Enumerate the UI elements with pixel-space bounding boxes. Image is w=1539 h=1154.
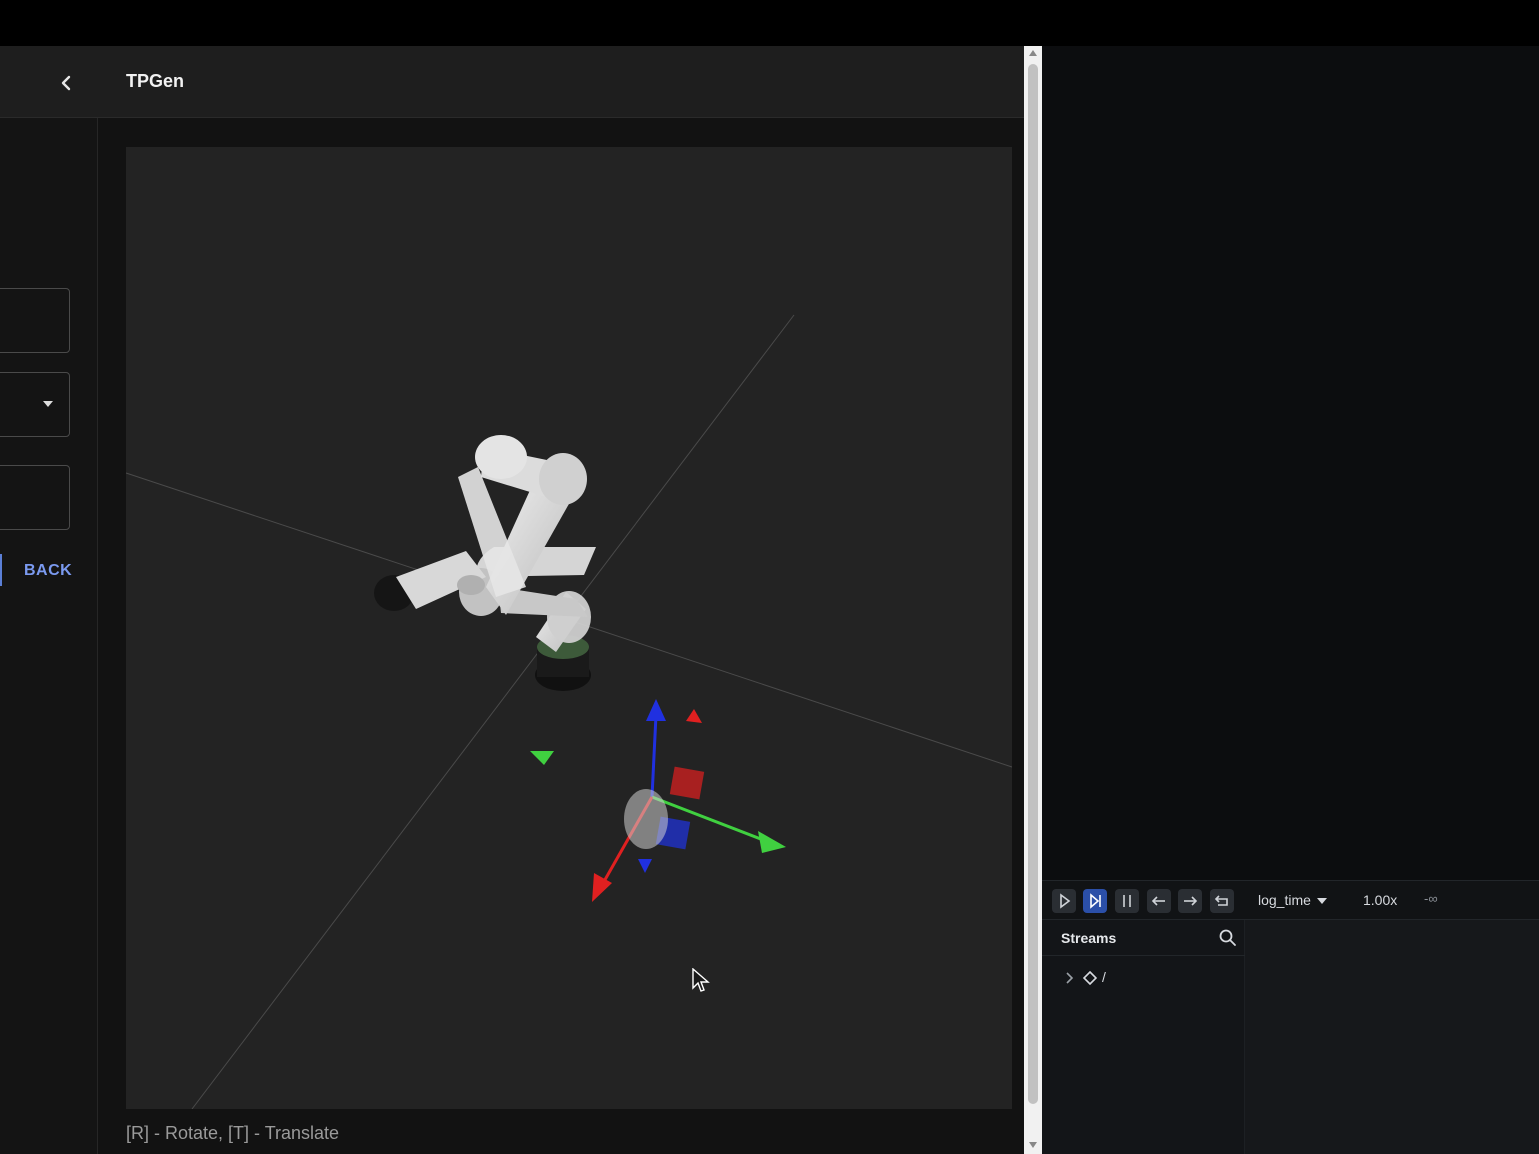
chevron-down-icon (43, 401, 53, 407)
chevron-left-icon (61, 75, 71, 91)
streams-title: Streams (1061, 930, 1117, 946)
scroll-up-icon[interactable] (1029, 50, 1037, 56)
rotation-handle-red[interactable] (686, 709, 702, 723)
play-icon (1060, 893, 1071, 909)
gizmo-z-arrowhead[interactable] (646, 699, 666, 721)
scroll-thumb[interactable] (1028, 64, 1038, 1104)
gizmo-y-arrowhead[interactable] (758, 831, 786, 853)
back-button[interactable]: BACK (0, 554, 78, 586)
step-forward-icon (1090, 893, 1101, 909)
text-field-1[interactable] (0, 288, 70, 353)
entity-diamond-icon (1083, 971, 1097, 985)
button-edge (0, 554, 2, 586)
stream-path: / (1102, 969, 1106, 985)
collapse-sidebar-button[interactable] (50, 68, 80, 98)
gizmo-x-arrowhead[interactable] (592, 873, 612, 902)
step-back-button[interactable] (1147, 889, 1171, 913)
time-range[interactable]: -∞ (1424, 891, 1438, 906)
main-header: TPGen (98, 46, 1024, 118)
pause-icon (1123, 895, 1131, 907)
viewport-hint: [R] - Rotate, [T] - Translate (126, 1123, 340, 1143)
stream-tree-row[interactable]: / (1042, 964, 1245, 992)
gizmo-z-axis[interactable] (650, 714, 658, 798)
rotation-handle-green[interactable] (530, 751, 554, 765)
transform-gizmo[interactable] (530, 699, 786, 902)
text-field-2[interactable] (0, 465, 70, 530)
rotation-handle-blue[interactable] (638, 859, 652, 873)
streams-panel: Streams / (1042, 920, 1245, 1154)
loop-button[interactable] (1210, 889, 1234, 913)
search-icon (1219, 929, 1236, 946)
step-next-icon (1184, 896, 1198, 906)
page-scrollbar[interactable] (1024, 46, 1042, 1154)
scene-canvas[interactable] (126, 147, 1012, 1109)
timeline-bar: log_time 1.00x -∞ (1042, 880, 1539, 920)
step-forward-button[interactable] (1083, 889, 1107, 913)
step-back-icon (1151, 896, 1165, 906)
mouse-cursor-icon (692, 968, 710, 992)
search-button[interactable] (1218, 928, 1238, 948)
page-title: TPGen (126, 71, 185, 91)
top-bar (0, 0, 1539, 46)
gizmo-plane-xy[interactable] (669, 766, 705, 800)
scroll-down-icon[interactable] (1029, 1142, 1037, 1148)
back-button-label: BACK (24, 562, 73, 579)
chevron-down-icon (1316, 898, 1327, 905)
end-effector-ghost (624, 789, 668, 849)
play-button[interactable] (1052, 889, 1076, 913)
stream-details-area (1245, 920, 1539, 1154)
robot-arm[interactable] (374, 435, 596, 691)
streams-header: Streams (1042, 920, 1245, 956)
select-field[interactable] (0, 372, 70, 437)
chevron-right-icon[interactable] (1064, 970, 1076, 986)
3d-viewport[interactable] (126, 147, 1012, 1109)
playback-speed[interactable]: 1.00x (1363, 892, 1397, 908)
sidebar-header (0, 46, 98, 118)
timeline-name: log_time (1258, 892, 1311, 908)
pause-button[interactable] (1115, 889, 1139, 913)
timeline-selector[interactable]: log_time (1258, 892, 1327, 908)
step-next-button[interactable] (1178, 889, 1202, 913)
main-panel: TPGen [R] - Rotate, [T] - Translate (98, 46, 1024, 1154)
loop-icon (1214, 895, 1228, 906)
sidebar: BACK (0, 46, 98, 1154)
viewer-panel: log_time 1.00x -∞ Streams / (1042, 46, 1539, 1154)
